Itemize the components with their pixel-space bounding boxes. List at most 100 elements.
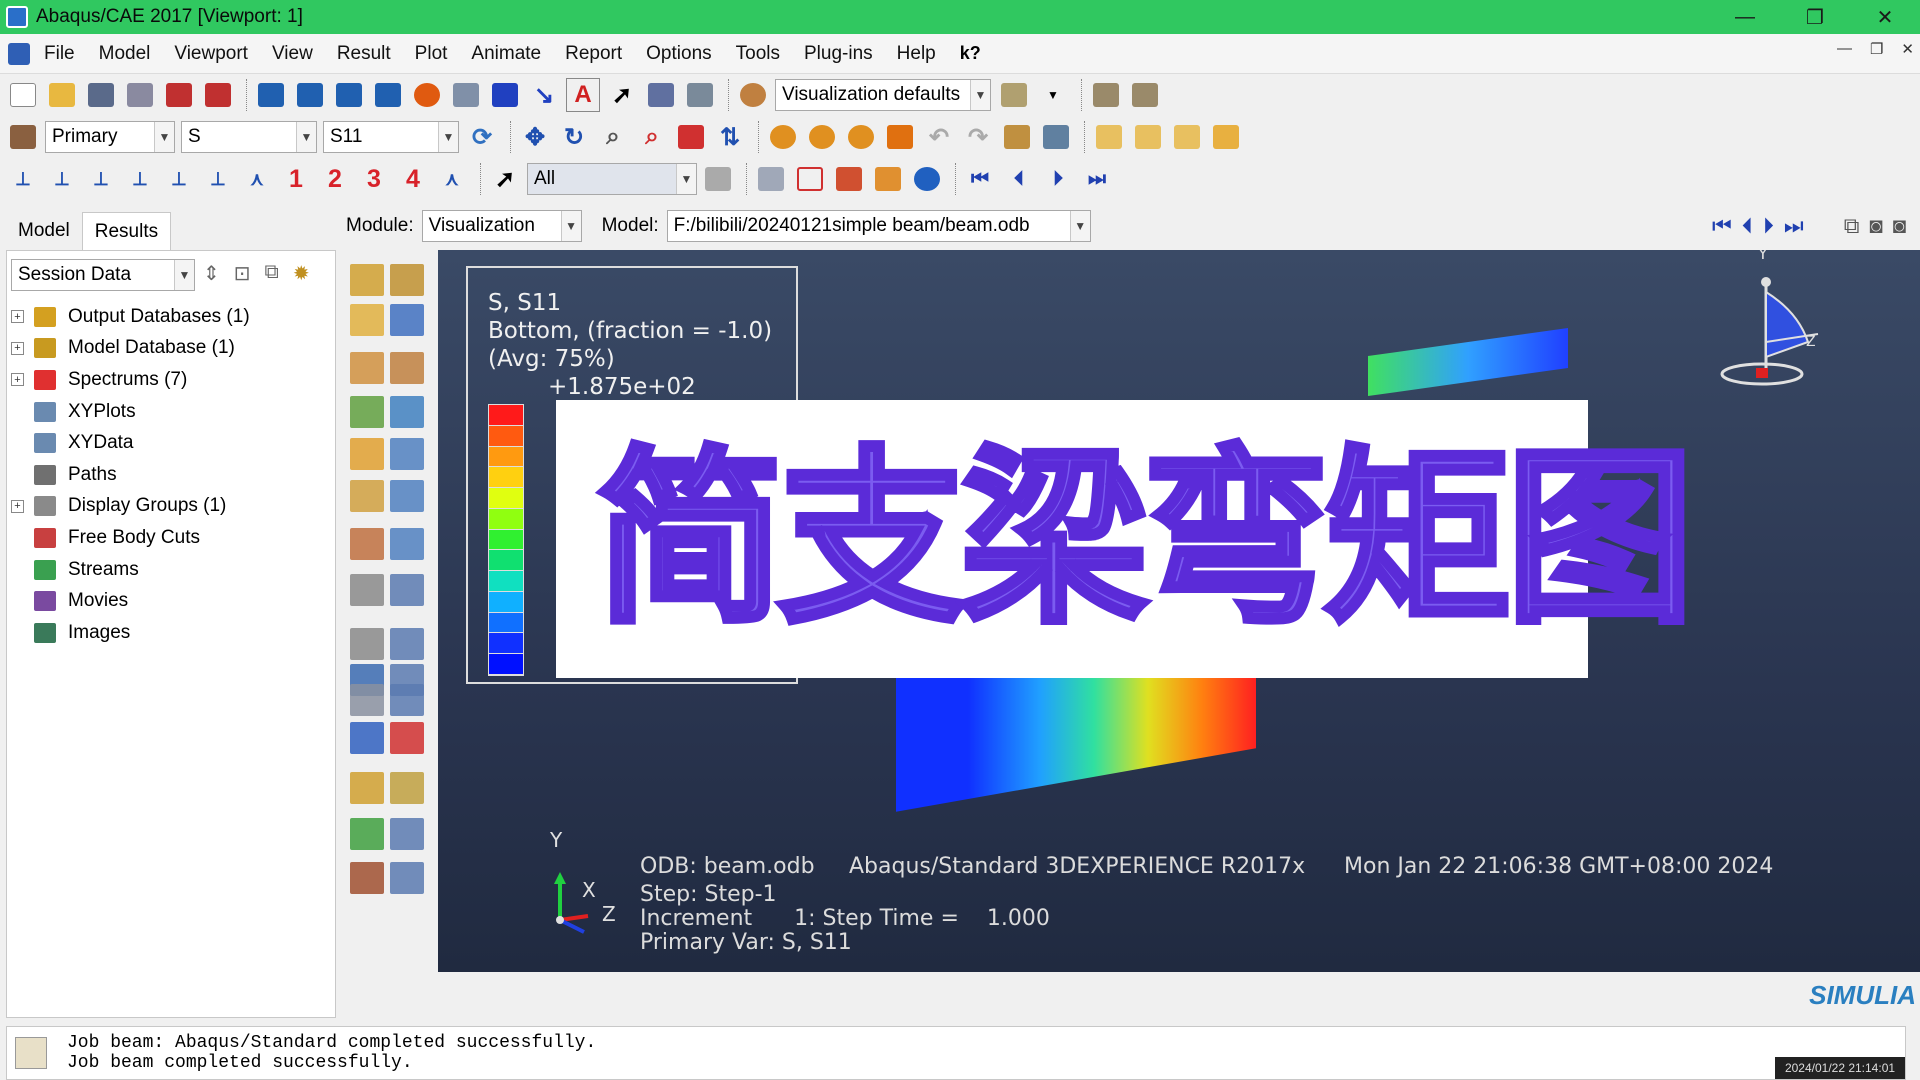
view-1-button[interactable]: 1	[279, 162, 313, 196]
tree-item[interactable]: + Display Groups (1)	[11, 491, 250, 523]
arrow-icon[interactable]: ↘	[527, 78, 561, 112]
dropdown-icon[interactable]: ▼	[1036, 78, 1070, 112]
tree-up-icon[interactable]: ⊡	[234, 261, 251, 286]
message-area[interactable]: Job beam: Abaqus/Standard completed succ…	[6, 1026, 1906, 1080]
module-select[interactable]: Visualization ▼	[421, 210, 582, 242]
toolbox-tool-icon[interactable]	[390, 528, 424, 560]
sort-icon[interactable]: ⇕	[203, 261, 220, 286]
toolbox-tool-icon[interactable]	[390, 684, 424, 716]
primary-select[interactable]: Primary ▼	[45, 121, 175, 153]
tile-vertical-icon[interactable]	[371, 78, 405, 112]
expand-icon[interactable]: +	[11, 499, 24, 513]
tree-item[interactable]: XYPlots	[11, 396, 250, 428]
menu-plug-ins[interactable]: Plug-ins	[804, 43, 873, 65]
toolbox-tool-icon[interactable]	[350, 574, 384, 606]
new-file-icon[interactable]	[6, 78, 40, 112]
menu-result[interactable]: Result	[337, 43, 391, 65]
select-pointer-icon[interactable]: ➚	[605, 78, 639, 112]
remove-icon[interactable]	[805, 120, 839, 154]
toolbox-tool-icon[interactable]	[350, 528, 384, 560]
model-select[interactable]: F:/bilibili/20240121simple beam/beam.odb…	[666, 210, 1091, 242]
expand-icon[interactable]: +	[11, 373, 24, 387]
expand-icon[interactable]: +	[11, 341, 24, 355]
select-nodes-icon[interactable]	[832, 162, 866, 196]
toolbox-tool-icon[interactable]	[350, 722, 384, 754]
auto-fit-icon[interactable]	[674, 120, 708, 154]
lightbulb-icon[interactable]: ✹	[293, 261, 310, 286]
toolbox-tool-icon[interactable]	[350, 396, 384, 428]
view-xy-icon[interactable]: ⊥	[6, 162, 40, 196]
view-zx-icon[interactable]: ⊥	[84, 162, 118, 196]
open-file-icon[interactable]	[45, 78, 79, 112]
session-data-select[interactable]: Session Data ▼	[11, 259, 195, 291]
toolbox-tool-icon[interactable]	[390, 480, 424, 512]
tree-item[interactable]: + Spectrums (7)	[11, 364, 250, 396]
toolbox-tool-icon[interactable]	[390, 772, 424, 804]
box-zoom-icon[interactable]: ⌕	[635, 120, 669, 154]
menu-view[interactable]: View	[272, 43, 313, 65]
last-frame-icon[interactable]: ⏭	[1080, 162, 1114, 196]
zoom-icon[interactable]: ⌕	[596, 120, 630, 154]
tree-item[interactable]: Streams	[11, 554, 250, 586]
list-icon[interactable]	[683, 78, 717, 112]
toolbox-tool-icon[interactable]	[350, 818, 384, 850]
toolbox-tool-icon[interactable]	[350, 480, 384, 512]
last-frame-icon[interactable]: ⏭	[1784, 213, 1804, 239]
iso-view-icon[interactable]	[1092, 120, 1126, 154]
toolbox-tool-icon[interactable]	[390, 574, 424, 606]
refresh-icon[interactable]: ⟳	[465, 120, 499, 154]
toolbox-tool-icon[interactable]	[350, 438, 384, 470]
toolbox-tool-icon[interactable]	[390, 304, 424, 336]
view-yx-icon[interactable]: ⊥	[45, 162, 79, 196]
mdi-close-button[interactable]: ✕	[1901, 40, 1914, 58]
replace-icon[interactable]	[766, 120, 800, 154]
close-button[interactable]: ✕	[1850, 0, 1920, 34]
first-frame-icon[interactable]: ⏮	[963, 162, 997, 196]
toolbox-tool-icon[interactable]	[350, 628, 384, 660]
menu-file[interactable]: File	[44, 43, 75, 65]
info-icon[interactable]	[910, 162, 944, 196]
variable-select[interactable]: S ▼	[181, 121, 317, 153]
camera-options-icon[interactable]: ◙	[1893, 213, 1906, 239]
render-style-icon[interactable]	[997, 78, 1031, 112]
tile-horizontal-icon[interactable]	[332, 78, 366, 112]
document-icon[interactable]	[8, 42, 30, 65]
camera-icon[interactable]: ◙	[1869, 213, 1882, 239]
tree-item[interactable]: + Model Database (1)	[11, 333, 250, 365]
previous-frame-icon[interactable]: ⏴	[1742, 213, 1753, 239]
display-group-manager-icon[interactable]	[1039, 120, 1073, 154]
minimize-button[interactable]: —	[1710, 0, 1780, 34]
view-zy-icon[interactable]: ⊥	[201, 162, 235, 196]
box-select-icon[interactable]	[793, 162, 827, 196]
print-icon[interactable]	[123, 78, 157, 112]
toolbox-tool-icon[interactable]	[350, 352, 384, 384]
toolbox-tool-icon[interactable]	[390, 352, 424, 384]
field-output-icon[interactable]	[6, 120, 40, 154]
first-frame-icon[interactable]: ⏮	[1712, 213, 1732, 239]
viewport-icon[interactable]	[254, 78, 288, 112]
menu-model[interactable]: Model	[99, 43, 151, 65]
rotate-icon[interactable]: ↻	[557, 120, 591, 154]
export-icon[interactable]	[201, 78, 235, 112]
tree-item[interactable]: + Output Databases (1)	[11, 301, 250, 333]
color-palette-icon[interactable]	[736, 78, 770, 112]
selection-options-icon[interactable]	[701, 162, 735, 196]
expand-icon[interactable]: +	[11, 310, 24, 324]
pointer-icon[interactable]: ➚	[488, 162, 522, 196]
mdi-minimize-button[interactable]: —	[1837, 40, 1852, 58]
viewport-copy-icon[interactable]: ⧉	[1844, 213, 1860, 239]
text-query-icon[interactable]	[488, 78, 522, 112]
undo-icon[interactable]: ↶	[922, 120, 956, 154]
visualization-defaults-select[interactable]: Visualization defaults ▼	[775, 79, 991, 111]
message-toggle-icon[interactable]	[15, 1037, 47, 1069]
toolbox-tool-icon[interactable]	[390, 264, 424, 296]
pan-icon[interactable]: ✥	[518, 120, 552, 154]
next-frame-icon[interactable]: ⏵	[1763, 213, 1774, 239]
menu-options[interactable]: Options	[646, 43, 711, 65]
tree-item[interactable]: Movies	[11, 585, 250, 617]
context-help-icon[interactable]: k?	[960, 43, 981, 64]
scale-icon[interactable]	[1128, 78, 1162, 112]
toolbox-tool-icon[interactable]	[390, 628, 424, 660]
toolbox-tool-icon[interactable]	[390, 438, 424, 470]
next-frame-icon[interactable]: ⏵	[1041, 162, 1075, 196]
